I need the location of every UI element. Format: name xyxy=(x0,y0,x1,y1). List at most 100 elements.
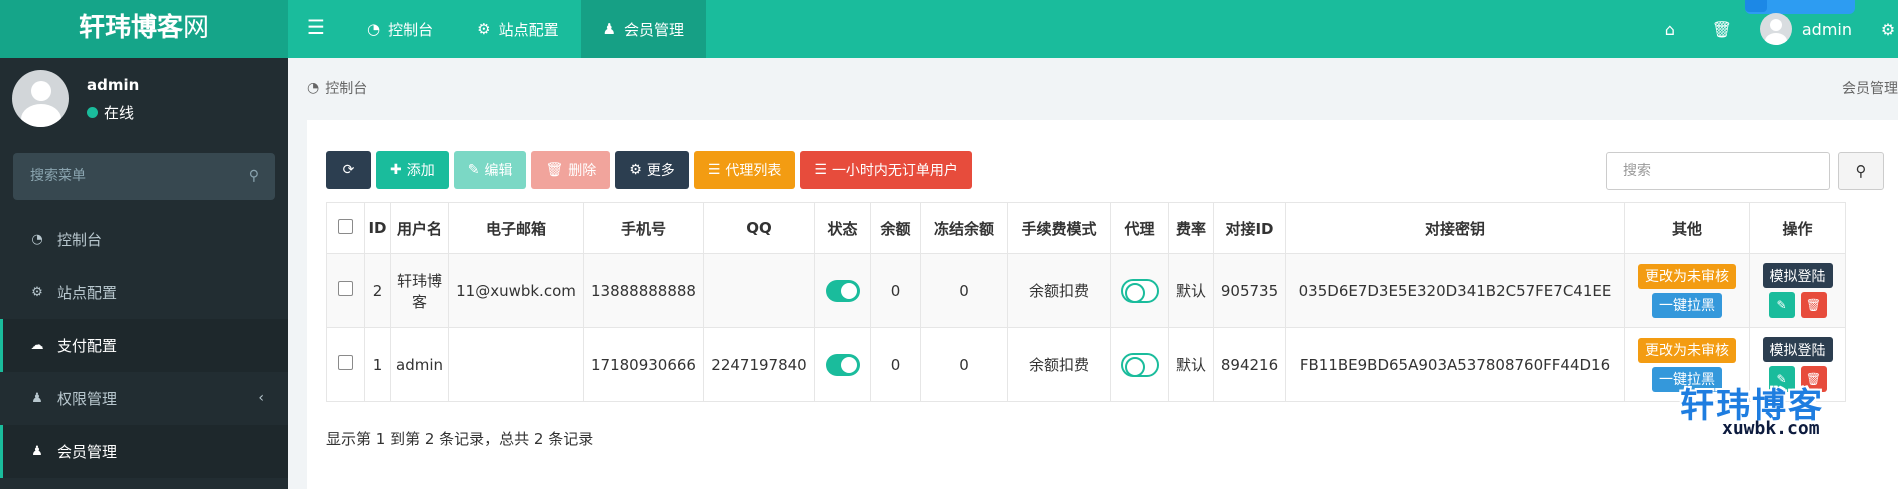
user-icon: ♟ xyxy=(602,20,617,38)
list-icon: ☰ xyxy=(814,162,827,178)
cell-status xyxy=(814,253,871,328)
table-row: 1 admin 17180930666 2247197840 0 0 余额扣费 … xyxy=(326,327,1846,402)
row-checkbox[interactable] xyxy=(338,355,353,370)
col-fee-mode[interactable]: 手续费模式 xyxy=(1007,202,1111,254)
pencil-icon: ✎ xyxy=(1776,298,1787,312)
col-frozen[interactable]: 冻结余额 xyxy=(920,202,1008,254)
cell-username: admin xyxy=(390,327,449,402)
status-toggle[interactable] xyxy=(825,353,860,376)
delete-button[interactable]: 🗑 删除 xyxy=(531,151,611,189)
gear-icon: ⚙ xyxy=(629,162,642,178)
sidebar-item-dashboard[interactable]: ◔ 控制台 xyxy=(0,213,288,266)
cell-status xyxy=(814,327,871,402)
cell-actions: 模拟登陆 ✎ 🗑 xyxy=(1749,253,1846,328)
logo[interactable]: 轩玮博客网 xyxy=(0,0,288,58)
col-status[interactable]: 状态 xyxy=(814,202,871,254)
watermark-logo: 轩玮博客 xuwbk.com xyxy=(1680,378,1850,444)
simulate-login-button[interactable]: 模拟登陆 xyxy=(1762,337,1833,362)
refresh-icon: ⟳ xyxy=(342,162,355,178)
col-api-id[interactable]: 对接ID xyxy=(1213,202,1286,254)
top-nav-dashboard[interactable]: ◔ 控制台 xyxy=(345,0,455,58)
sidebar-item-site-config[interactable]: ⚙ 站点配置 xyxy=(0,266,288,319)
dashboard-icon: ◔ xyxy=(307,80,320,96)
col-other: 其他 xyxy=(1624,202,1750,254)
cell-api-id: 905735 xyxy=(1213,253,1286,328)
sidebar-item-member-management[interactable]: ♟ 会员管理 xyxy=(0,425,288,478)
cell-agent xyxy=(1110,327,1169,402)
pagination-info: 显示第 1 到第 2 条记录，总共 2 条记录 xyxy=(326,430,594,448)
set-unreviewed-button[interactable]: 更改为未审核 xyxy=(1638,337,1736,363)
table-row: 2 轩玮博客 11@xuwbk.com 13888888888 0 0 余额扣费… xyxy=(326,253,1846,328)
cell-rate: 默认 xyxy=(1168,253,1214,328)
sidebar-menu: ◔ 控制台 ⚙ 站点配置 ☁ 支付配置 ♟ 权限管理 ‹ ♟ 会员管理 xyxy=(0,213,288,478)
pencil-icon: ✎ xyxy=(467,162,480,178)
edit-row-button[interactable]: ✎ xyxy=(1768,292,1795,318)
more-button[interactable]: ⚙ 更多 xyxy=(615,151,689,189)
dashboard-icon: ◔ xyxy=(31,232,43,247)
gear-icon: ⚙ xyxy=(477,20,491,38)
sidebar-item-payment-config[interactable]: ☁ 支付配置 xyxy=(0,319,288,372)
agent-toggle[interactable] xyxy=(1120,278,1159,303)
home-icon[interactable]: ⌂ xyxy=(1644,20,1696,39)
row-checkbox[interactable] xyxy=(338,281,353,296)
block-button[interactable]: 一键拉黑 xyxy=(1652,292,1722,318)
top-navbar: 轩玮博客网 ☰ ◔ 控制台 ⚙ 站点配置 ♟ 会员管理 ⌂ 🗑 admin ⚙ xyxy=(0,0,1898,58)
col-qq[interactable]: QQ xyxy=(703,202,815,254)
cell-agent xyxy=(1110,253,1169,328)
status-badge: 在线 xyxy=(87,102,134,123)
cell-frozen: 0 xyxy=(920,327,1008,402)
breadcrumb-current: 会员管理 xyxy=(1842,81,1898,97)
cell-api-key: 035D6E7D3E5E320D341B2C57FE7C41EE xyxy=(1285,253,1625,328)
search-icon[interactable]: ⚲ xyxy=(249,153,259,200)
cell-api-id: 894216 xyxy=(1213,327,1286,402)
menu-toggle-icon[interactable]: ☰ xyxy=(300,0,332,58)
breadcrumb: ◔ 控制台 xyxy=(307,80,368,97)
cell-fee-mode: 余额扣费 xyxy=(1007,253,1111,328)
simulate-login-button[interactable]: 模拟登陆 xyxy=(1762,263,1833,288)
status-toggle[interactable] xyxy=(825,279,860,302)
col-phone[interactable]: 手机号 xyxy=(583,202,704,254)
edit-button[interactable]: ✎ 编辑 xyxy=(453,151,527,189)
sidebar-item-permissions[interactable]: ♟ 权限管理 ‹ xyxy=(0,372,288,425)
agent-toggle[interactable] xyxy=(1120,352,1159,377)
col-api-key[interactable]: 对接密钥 xyxy=(1285,202,1625,254)
search-input[interactable]: 搜索 xyxy=(1606,152,1830,190)
refresh-button[interactable]: ⟳ xyxy=(326,151,371,189)
delete-row-button[interactable]: 🗑 xyxy=(1800,292,1827,318)
user-icon: ♟ xyxy=(31,444,43,459)
add-button[interactable]: ✚ 添加 xyxy=(376,151,449,189)
top-user-name[interactable]: admin xyxy=(1802,20,1852,39)
col-agent[interactable]: 代理 xyxy=(1110,202,1169,254)
cell-rate: 默认 xyxy=(1168,327,1214,402)
avatar[interactable] xyxy=(1759,13,1792,45)
col-rate[interactable]: 费率 xyxy=(1168,202,1214,254)
cell-email xyxy=(448,327,584,402)
select-all-checkbox[interactable] xyxy=(338,218,353,234)
sidebar-user-name: admin xyxy=(87,76,140,94)
no-order-users-button[interactable]: ☰ 一小时内无订单用户 xyxy=(800,151,972,189)
top-nav-member-management[interactable]: ♟ 会员管理 xyxy=(580,0,707,58)
cell-api-key: FB11BE9BD65A903A537808760FF44D16 xyxy=(1285,327,1625,402)
trash-icon: 🗑 xyxy=(545,162,564,178)
sidebar-search-input[interactable]: 搜索菜单 ⚲ xyxy=(13,153,275,200)
cell-phone: 13888888888 xyxy=(583,253,704,328)
set-unreviewed-button[interactable]: 更改为未审核 xyxy=(1638,263,1736,289)
cell-other: 更改为未审核 一键拉黑 xyxy=(1624,253,1750,328)
cell-frozen: 0 xyxy=(920,253,1008,328)
gear-icon[interactable]: ⚙ xyxy=(1878,20,1898,39)
cell-fee-mode: 余额扣费 xyxy=(1007,327,1111,402)
agent-list-button[interactable]: ☰ 代理列表 xyxy=(693,151,796,189)
col-email[interactable]: 电子邮箱 xyxy=(448,202,584,254)
col-id[interactable]: ID xyxy=(364,202,391,254)
watermark-domain: xuwbk.com xyxy=(1722,418,1820,439)
plus-icon: ✚ xyxy=(390,162,402,178)
top-nav-site-config[interactable]: ⚙ 站点配置 xyxy=(455,0,580,58)
avatar xyxy=(12,70,69,127)
search-button[interactable]: ⚲ xyxy=(1838,152,1884,190)
trash-icon[interactable]: 🗑 xyxy=(1696,20,1748,39)
member-table: ID 用户名 电子邮箱 手机号 QQ 状态 余额 冻结余额 手续费模式 代理 费… xyxy=(326,202,1846,402)
users-icon: ♟ xyxy=(31,391,43,406)
col-balance[interactable]: 余额 xyxy=(870,202,921,254)
col-username[interactable]: 用户名 xyxy=(390,202,449,254)
gear-icon: ⚙ xyxy=(31,285,43,300)
